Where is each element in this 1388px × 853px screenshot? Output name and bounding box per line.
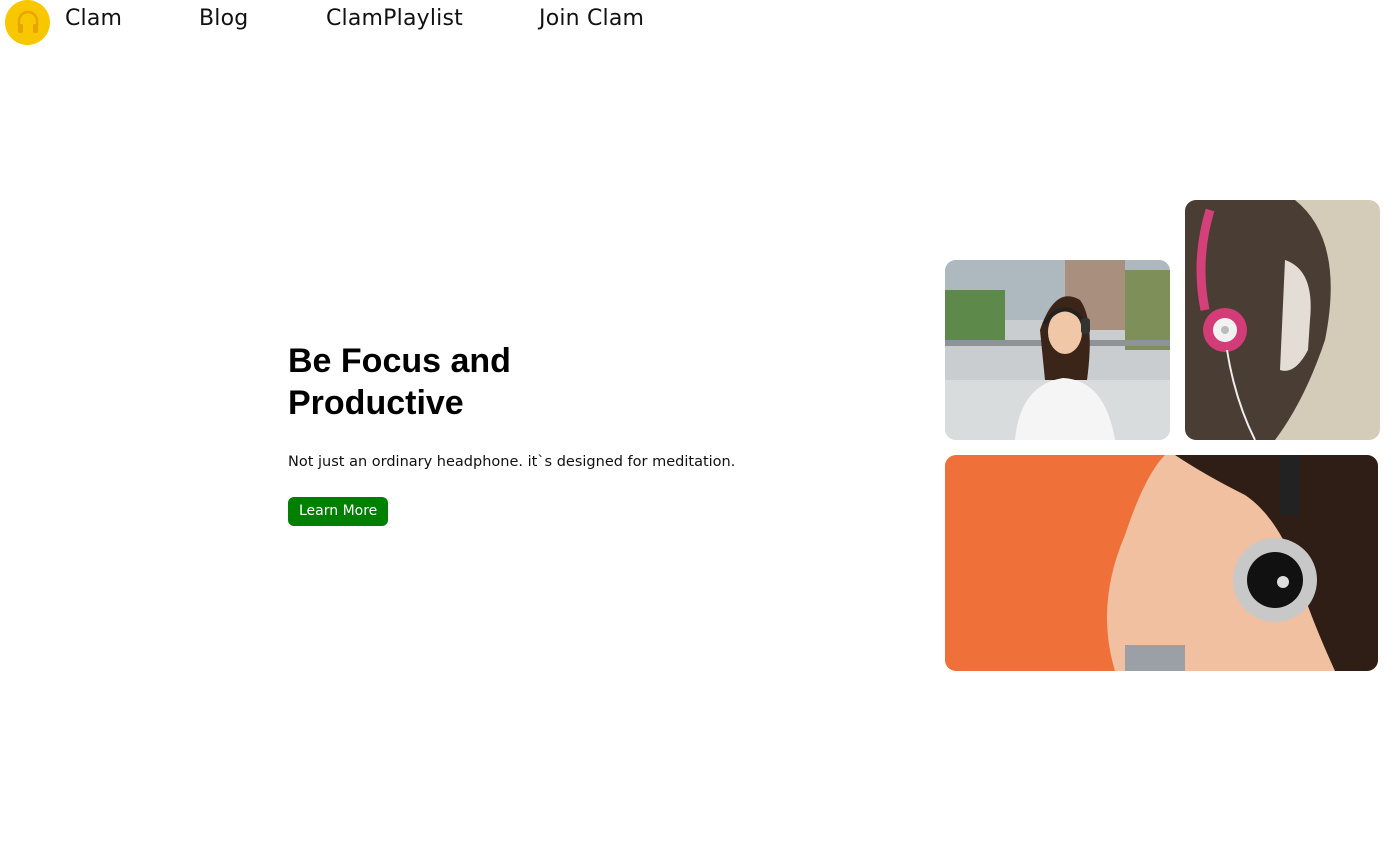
logo[interactable]	[5, 0, 50, 45]
woman-with-headphones-photo	[945, 260, 1170, 440]
hero-section: Be Focus and Productive Not just an ordi…	[288, 340, 808, 526]
nav-link-blog[interactable]: Blog	[199, 6, 248, 31]
nav-link-join-clam[interactable]: Join Clam	[539, 6, 644, 31]
nav-link-clamplaylist[interactable]: ClamPlaylist	[326, 6, 463, 31]
woman-with-silver-headphones-photo	[945, 455, 1378, 671]
headphone-icon	[17, 10, 38, 33]
top-nav: Clam Blog ClamPlaylist Join Clam	[0, 0, 1388, 46]
nav-link-clam[interactable]: Clam	[65, 6, 122, 31]
learn-more-button[interactable]: Learn More	[288, 497, 389, 526]
hero-title: Be Focus and Productive	[288, 342, 511, 422]
hero-subtitle: Not just an ordinary headphone. it`s des…	[288, 454, 736, 470]
woman-with-pink-headphones-photo	[1185, 200, 1380, 440]
